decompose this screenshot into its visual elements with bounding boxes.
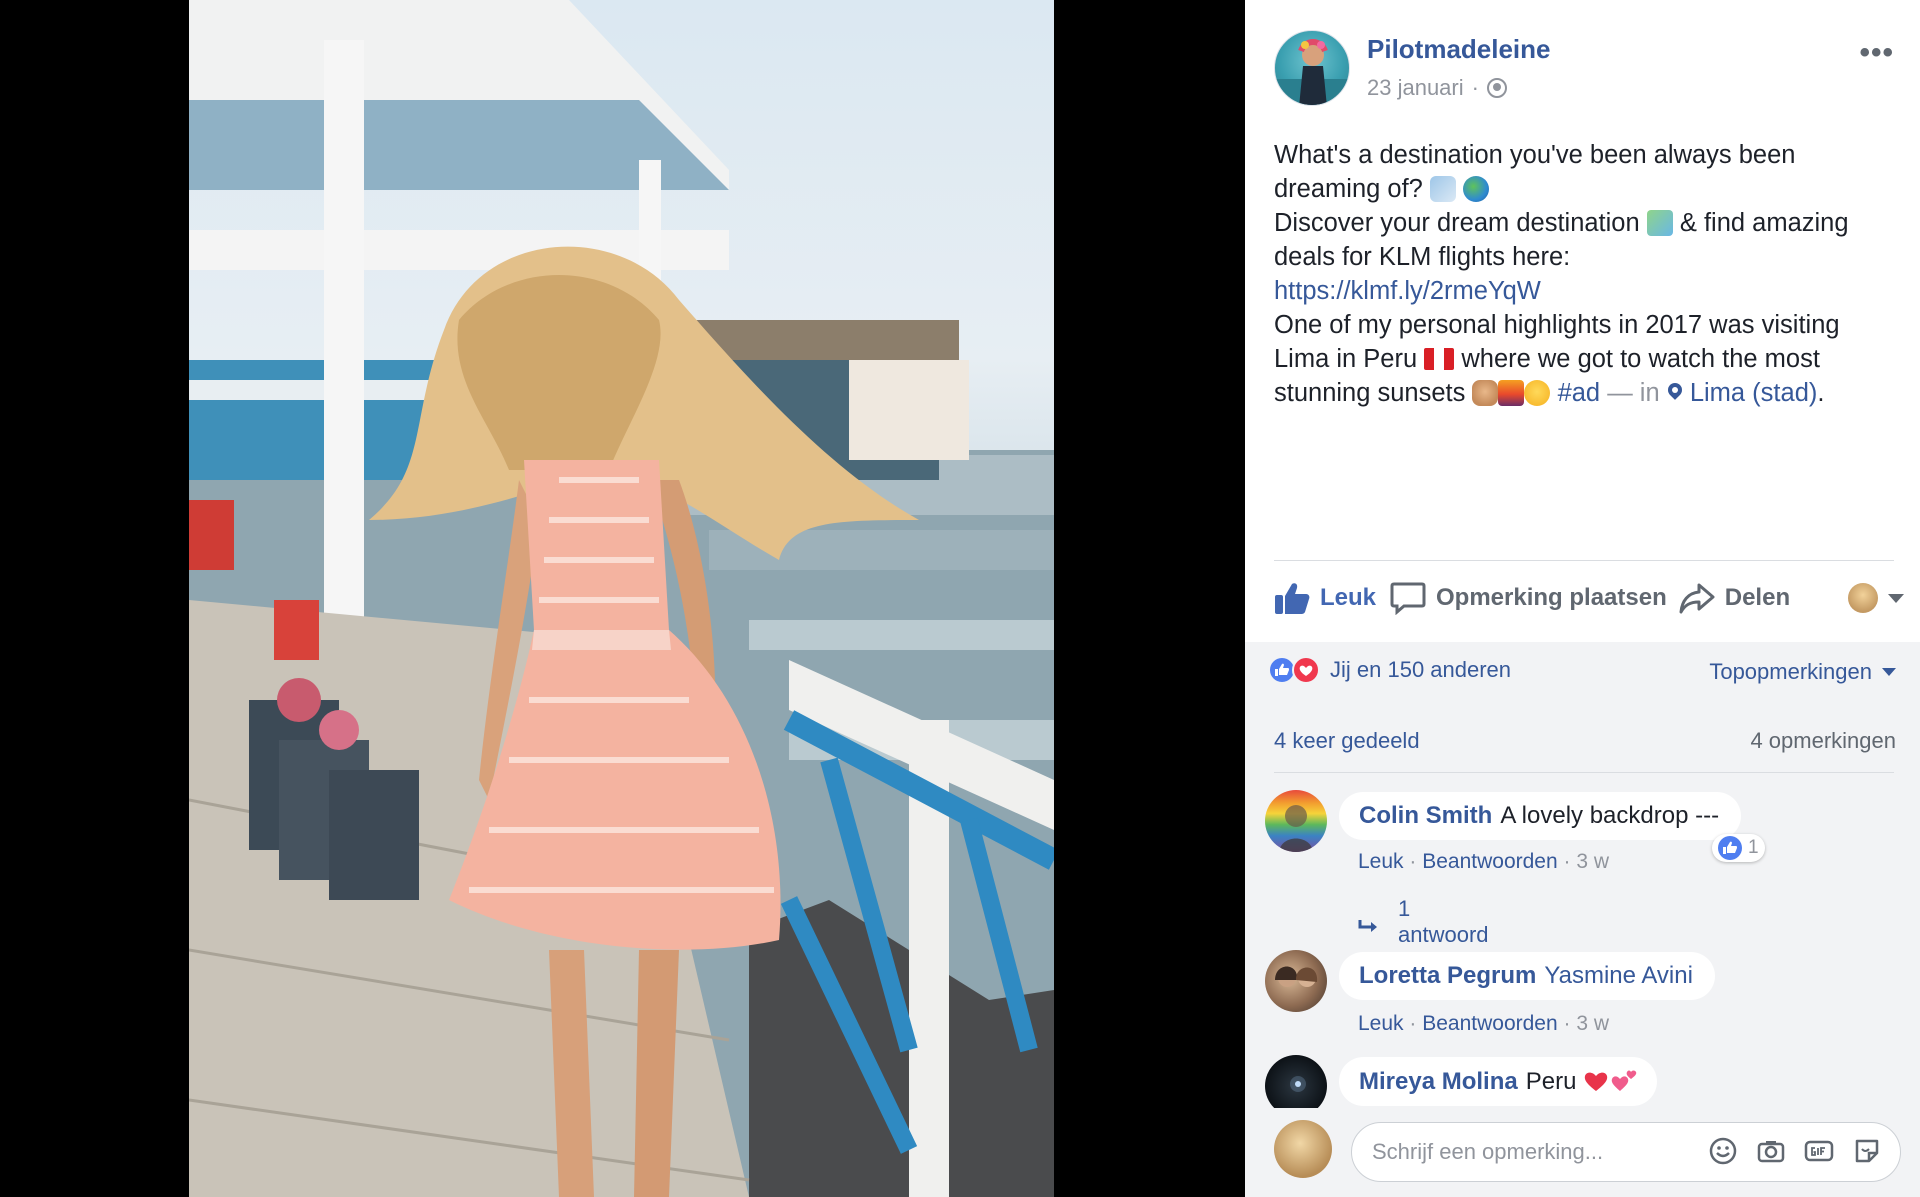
share-label: Delen [1724, 584, 1791, 611]
author-name[interactable]: Pilotmadeleine [1367, 34, 1551, 65]
post-photo[interactable] [189, 0, 1054, 1197]
like-button[interactable]: Leuk [1274, 581, 1376, 615]
comment-text: Peru [1525, 1068, 1577, 1095]
heart-eyes-emoji-icon [1524, 380, 1551, 406]
sunset-emoji-icon [1498, 380, 1525, 406]
location-link[interactable]: Lima (stad) [1690, 379, 1818, 407]
red-heart-emoji-icon [1583, 1069, 1609, 1093]
chevron-down-icon [1882, 668, 1896, 676]
more-options-button[interactable]: ••• [1859, 36, 1894, 70]
speech-bubble-icon [1390, 581, 1426, 616]
ok-hand-emoji-icon [1472, 380, 1499, 406]
photo-stage [0, 0, 1245, 1197]
post-side-panel: Pilotmadeleine 23 januari · ••• What's a… [1245, 0, 1920, 1197]
comment-reply-link[interactable]: Beantwoorden [1422, 850, 1557, 873]
location-separator: — in [1607, 379, 1660, 407]
comment-bubble: Loretta Pegrum Yasmine Avini [1339, 952, 1715, 1000]
avatar-image [1275, 966, 1318, 987]
comments-count[interactable]: 4 opmerkingen [1750, 728, 1896, 754]
reply-arrow-icon [1358, 914, 1380, 932]
globe-emoji-icon [1463, 176, 1490, 202]
like-label: Leuk [1320, 584, 1377, 611]
meta-separator: · [1471, 75, 1479, 100]
composer-tools [1708, 1136, 1882, 1166]
two-hearts-emoji-icon [1609, 1067, 1637, 1091]
avatar-image [1275, 39, 1349, 105]
smiley-icon[interactable] [1708, 1136, 1738, 1166]
comment-like-link[interactable]: Leuk [1358, 850, 1404, 873]
comments-divider [1274, 772, 1894, 773]
post-message: What's a destination you've been always … [1274, 138, 1894, 410]
airplane-emoji-icon [1429, 176, 1456, 202]
comment-input[interactable] [1372, 1135, 1702, 1169]
post-link[interactable]: https://klmf.ly/2rmeYqW [1274, 277, 1541, 305]
author-avatar[interactable] [1274, 30, 1350, 106]
comment-reply-link[interactable]: Beantwoorden [1422, 1012, 1557, 1035]
like-reaction-icon [1718, 836, 1742, 860]
comment-text: A lovely backdrop --- [1500, 802, 1720, 829]
location-pin-icon [1667, 383, 1683, 403]
post-header: Pilotmadeleine 23 januari · ••• [1274, 30, 1894, 110]
commenter-name[interactable]: Mireya Molina [1359, 1068, 1518, 1095]
comment-composer [1245, 1108, 1920, 1197]
thumbs-up-icon [1274, 581, 1310, 615]
comment-time[interactable]: 3 w [1576, 1012, 1609, 1035]
comment-like-count[interactable]: 1 [1712, 834, 1765, 862]
tagged-user-link[interactable]: Yasmine Avini [1544, 962, 1693, 989]
commenter-avatar[interactable] [1265, 790, 1327, 852]
photo-illustration [189, 0, 1054, 1197]
camera-icon[interactable] [1756, 1136, 1786, 1166]
post-text-line2a: Discover your dream destination [1274, 209, 1640, 237]
current-user-avatar [1274, 1120, 1332, 1178]
comment-meta: Leuk · Beantwoorden · 3 w [1358, 850, 1610, 873]
comment-time[interactable]: 3 w [1576, 850, 1609, 873]
share-button[interactable]: Delen [1679, 581, 1790, 615]
replies-toggle[interactable]: 1 antwoord [1358, 896, 1489, 948]
post-meta: 23 januari · [1367, 75, 1507, 101]
comment-bubble: Mireya Molina Peru [1339, 1057, 1658, 1106]
commenter-name[interactable]: Colin Smith [1359, 802, 1492, 829]
current-user-avatar [1848, 583, 1878, 613]
sort-label: Topopmerkingen [1709, 659, 1872, 684]
comment-button[interactable]: Opmerking plaatsen [1390, 581, 1667, 616]
share-arrow-icon [1679, 581, 1715, 615]
gif-icon[interactable] [1804, 1136, 1834, 1166]
peru-flag-emoji-icon [1424, 348, 1455, 370]
world-map-emoji-icon [1646, 210, 1673, 236]
like-count: 1 [1748, 837, 1759, 858]
shares-count[interactable]: 4 keer gedeeld [1274, 728, 1420, 754]
comment-input-box[interactable] [1351, 1122, 1901, 1182]
sticker-icon[interactable] [1852, 1136, 1882, 1166]
commenter-name[interactable]: Loretta Pegrum [1359, 962, 1536, 989]
comment-meta: Leuk · Beantwoorden · 3 w [1358, 1012, 1610, 1035]
post-as-selector[interactable] [1848, 583, 1904, 613]
comment-bubble: Colin Smith A lovely backdrop --- [1339, 792, 1742, 840]
replies-label: 1 antwoord [1398, 896, 1489, 947]
hashtag-link[interactable]: #ad [1558, 379, 1601, 407]
post-text-period: . [1817, 379, 1825, 407]
reactions-summary[interactable]: Jij en 150 anderen [1268, 656, 1511, 684]
actions-divider [1274, 560, 1894, 561]
chevron-down-icon [1888, 593, 1904, 603]
post-actions: Leuk Opmerking plaatsen Delen [1274, 575, 1904, 621]
commenter-avatar[interactable] [1265, 950, 1327, 1012]
reactions-text: Jij en 150 anderen [1330, 657, 1512, 682]
globe-icon[interactable] [1486, 78, 1507, 98]
love-reaction-icon [1292, 656, 1320, 684]
comment-sort-dropdown[interactable]: Topopmerkingen [1709, 659, 1896, 685]
avatar-image [1279, 805, 1313, 852]
comment-like-link[interactable]: Leuk [1358, 1012, 1404, 1035]
comment-label: Opmerking plaatsen [1436, 584, 1667, 611]
post-text-line1: What's a destination you've been always … [1274, 141, 1796, 203]
post-date[interactable]: 23 januari [1367, 75, 1464, 101]
